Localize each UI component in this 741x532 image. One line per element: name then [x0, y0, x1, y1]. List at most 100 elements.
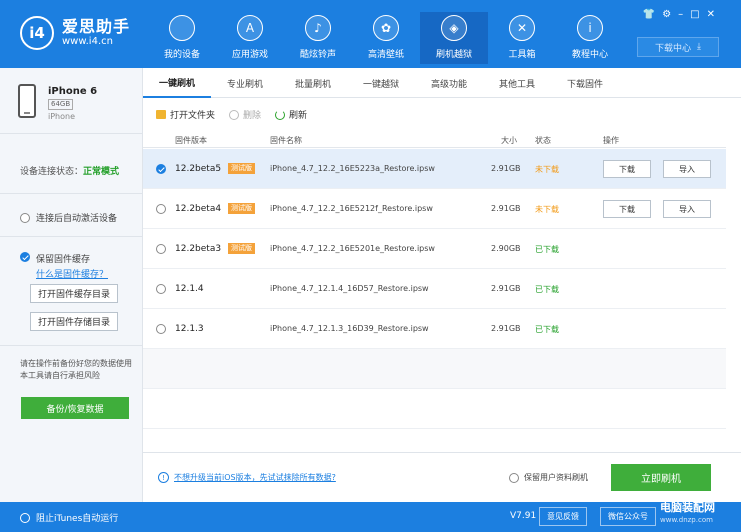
app-store-icon: A [237, 15, 263, 41]
keep-cache-option[interactable]: 保留固件缓存 什么是固件缓存？ [20, 252, 108, 280]
maximize-icon[interactable]: □ [690, 9, 699, 20]
table-row[interactable]: 12.2beta3 测试版 iPhone_4.7_12.2_16E5201e_R… [143, 229, 726, 269]
keep-user-data-option[interactable]: 保留用户资料刷机 [509, 472, 588, 483]
connection-value: 正常模式 [83, 167, 120, 177]
table-row[interactable]: 12.1.3 iPhone_4.7_12.1.3_16D39_Restore.i… [143, 309, 726, 349]
firmware-size: 2.91GB [491, 284, 521, 293]
firmware-version: 12.2beta4 [175, 204, 222, 214]
table-row[interactable]: 12.2beta4 测试版 iPhone_4.7_12.2_16E5212f_R… [143, 189, 726, 229]
delete-icon [229, 109, 240, 120]
nav-ringtones[interactable]: ♪ 酷炫铃声 [284, 12, 352, 64]
flash-now-button[interactable]: 立即刷机 [611, 464, 711, 491]
delete-button[interactable]: 删除 [229, 108, 261, 121]
open-folder-button[interactable]: 打开文件夹 [156, 108, 215, 121]
device-type: iPhone [48, 112, 76, 121]
download-center-button[interactable]: 下载中心 ⤓ [637, 37, 719, 57]
row-select-radio[interactable] [156, 164, 166, 174]
header: i4 爱思助手 www.i4.cn 我的设备 A 应用游戏 ♪ 酷炫铃声 ✿ 高… [0, 0, 741, 68]
header-version: 固件版本 [175, 136, 207, 145]
watermark-text: 电脑装配网 [660, 501, 715, 514]
tab-batch-flash[interactable]: 批量刷机 [279, 68, 347, 98]
gear-icon[interactable]: ⚙ [662, 9, 671, 20]
folder-icon [156, 110, 166, 119]
nav-toolbox[interactable]: ✕ 工具箱 [488, 12, 556, 64]
status-bar: 阻止iTunes自动运行 V7.91 意见反馈 微信公众号 电脑装配网 www.… [0, 502, 741, 532]
minimize-icon[interactable]: – [678, 9, 683, 20]
beta-badge: 测试版 [228, 203, 255, 214]
toolbar: 打开文件夹 删除 刷新 [156, 108, 307, 121]
firmware-status: 已下载 [535, 325, 559, 334]
header-status: 状态 [535, 136, 551, 145]
device-card: iPhone 6 64GB iPhone [0, 68, 143, 134]
nav-tutorials[interactable]: i 教程中心 [556, 12, 624, 64]
tab-other-tools[interactable]: 其他工具 [483, 68, 551, 98]
wechat-button[interactable]: 微信公众号 [600, 507, 656, 526]
app-logo: i4 爱思助手 www.i4.cn [20, 16, 130, 50]
beta-badge: 测试版 [228, 243, 255, 254]
import-button[interactable]: 导入 [663, 200, 711, 218]
nav-label: 高清壁纸 [367, 50, 404, 60]
firmware-size: 2.90GB [491, 244, 521, 253]
tab-advanced[interactable]: 高级功能 [415, 68, 483, 98]
beta-badge: 测试版 [228, 163, 255, 174]
import-button[interactable]: 导入 [663, 160, 711, 178]
firmware-status: 已下载 [535, 245, 559, 254]
feedback-button[interactable]: 意见反馈 [539, 507, 587, 526]
refresh-label: 刷新 [289, 111, 308, 121]
erase-hint: ! 不想升级当前iOS版本，先试试抹除所有数据? [158, 472, 336, 483]
tab-pro-flash[interactable]: 专业刷机 [211, 68, 279, 98]
skin-icon[interactable]: 👕 [643, 9, 655, 20]
keep-cache-label: 保留固件缓存 [36, 255, 91, 265]
header-size: 大小 [501, 136, 517, 145]
row-select-radio[interactable] [156, 284, 166, 294]
download-button[interactable]: 下载 [603, 200, 651, 218]
header-name: 固件名称 [270, 136, 302, 145]
download-button[interactable]: 下载 [603, 160, 651, 178]
device-name: iPhone 6 [48, 86, 98, 97]
nav-wallpapers[interactable]: ✿ 高清壁纸 [352, 12, 420, 64]
empty-row [143, 349, 726, 389]
table-row[interactable]: 12.2beta5 测试版 iPhone_4.7_12.2_16E5223a_R… [143, 149, 726, 189]
row-select-radio[interactable] [156, 204, 166, 214]
app-url: www.i4.cn [62, 36, 113, 47]
app-title: 爱思助手 [62, 17, 131, 36]
firmware-table-header: 固件版本 固件名称 大小 状态 操作 [143, 132, 726, 148]
erase-data-link[interactable]: 不想升级当前iOS版本，先试试抹除所有数据? [174, 472, 336, 483]
block-itunes-option[interactable]: 阻止iTunes自动运行 [20, 511, 118, 524]
firmware-size: 2.91GB [491, 204, 521, 213]
keep-cache-checkbox[interactable] [20, 252, 30, 262]
apple-icon [169, 15, 195, 41]
open-cache-dir-button[interactable]: 打开固件缓存目录 [30, 284, 118, 303]
what-is-cache-link[interactable]: 什么是固件缓存？ [36, 267, 108, 280]
tab-download-firmware[interactable]: 下载固件 [551, 68, 619, 98]
download-icon: ⤓ [697, 42, 701, 52]
firmware-version: 12.2beta5 [175, 164, 222, 174]
firmware-name: iPhone_4.7_12.2_16E5212f_Restore.ipsw [270, 204, 433, 213]
tab-one-click-flash[interactable]: 一键刷机 [143, 68, 211, 98]
row-select-radio[interactable] [156, 324, 166, 334]
nav-label: 酷炫铃声 [299, 50, 336, 60]
firmware-name: iPhone_4.7_12.1.3_16D39_Restore.ipsw [270, 324, 429, 333]
nav-label: 刷机越狱 [435, 50, 472, 60]
keep-user-data-radio[interactable] [509, 472, 519, 483]
window-controls: 👕 ⚙ – □ ✕ [643, 9, 715, 20]
i4-logo-icon: i4 [20, 16, 54, 50]
table-row[interactable]: 12.1.4 iPhone_4.7_12.1.4_16D57_Restore.i… [143, 269, 726, 309]
main-nav: 我的设备 A 应用游戏 ♪ 酷炫铃声 ✿ 高清壁纸 ◈ 刷机越狱 ✕ 工具箱 i… [148, 12, 624, 64]
nav-flash-jailbreak[interactable]: ◈ 刷机越狱 [420, 12, 488, 64]
nav-apps-games[interactable]: A 应用游戏 [216, 12, 284, 64]
refresh-button[interactable]: 刷新 [275, 108, 307, 121]
iphone-icon [18, 84, 36, 118]
open-store-dir-button[interactable]: 打开固件存储目录 [30, 312, 118, 331]
block-itunes-radio[interactable] [20, 512, 30, 523]
row-select-radio[interactable] [156, 244, 166, 254]
nav-my-device[interactable]: 我的设备 [148, 12, 216, 64]
auto-activate-radio[interactable] [20, 212, 30, 223]
tab-one-click-jailbreak[interactable]: 一键越狱 [347, 68, 415, 98]
connection-label: 设备连接状态： [20, 167, 84, 177]
close-icon[interactable]: ✕ [707, 9, 715, 20]
firmware-size: 2.91GB [491, 164, 521, 173]
nav-label: 应用游戏 [231, 50, 268, 60]
backup-restore-button[interactable]: 备份/恢复数据 [21, 397, 129, 419]
auto-activate-option[interactable]: 连接后自动激活设备 [20, 211, 117, 224]
